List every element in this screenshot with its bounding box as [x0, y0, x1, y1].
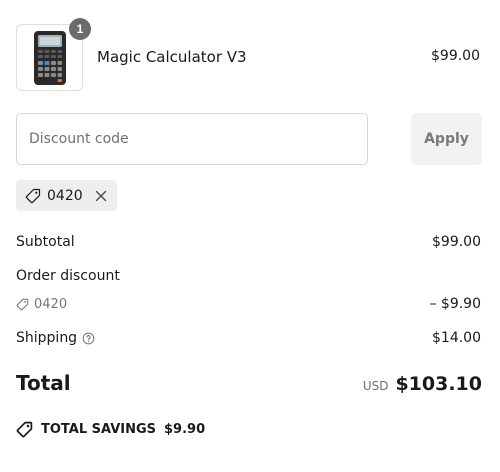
cost-summary: Subtotal $99.00 Order discount 0420 – $9… [16, 231, 482, 438]
total-value: $103.10 [395, 373, 482, 395]
order-discount-label: Order discount [16, 268, 120, 284]
order-discount-line: Order discount [16, 265, 482, 287]
shipping-label: Shipping [16, 330, 78, 346]
tag-icon [16, 298, 29, 310]
close-icon[interactable] [95, 190, 107, 202]
subtotal-line: Subtotal $99.00 [16, 231, 482, 253]
product-price: $99.00 [431, 48, 480, 64]
savings-value: $9.90 [164, 422, 206, 437]
help-icon[interactable] [82, 332, 95, 345]
order-discount-code: 0420 [34, 296, 68, 312]
calculator-image [33, 30, 66, 85]
quantity-badge: 1 [69, 18, 91, 40]
applied-discount-chip: 0420 [16, 180, 117, 211]
total-savings: TOTAL SAVINGS $9.90 [16, 421, 482, 438]
product-name: Magic Calculator V3 [97, 48, 247, 66]
savings-tag-icon [16, 421, 33, 438]
subtotal-value: $99.00 [432, 234, 481, 250]
total-line: Total USD $103.10 [16, 371, 482, 395]
shipping-line: Shipping $14.00 [16, 327, 482, 349]
total-label: Total [16, 371, 71, 395]
cart-line-item: 1 Magic Calculator V3 $99.00 [16, 18, 482, 93]
currency-code: USD [362, 379, 389, 393]
order-summary: 1 Magic Calculator V3 $99.00 Apply 0420 … [16, 18, 482, 438]
order-discount-value: – $9.90 [429, 296, 481, 312]
discount-code-input[interactable] [16, 113, 368, 165]
savings-label: TOTAL SAVINGS [41, 422, 157, 437]
shipping-value: $14.00 [432, 330, 481, 346]
applied-discount-code: 0420 [47, 187, 83, 204]
subtotal-label: Subtotal [16, 234, 75, 250]
apply-discount-button[interactable]: Apply [411, 113, 482, 165]
tag-icon [25, 188, 41, 203]
order-discount-code-line: 0420 – $9.90 [16, 293, 482, 315]
discount-form: Apply [16, 113, 482, 169]
